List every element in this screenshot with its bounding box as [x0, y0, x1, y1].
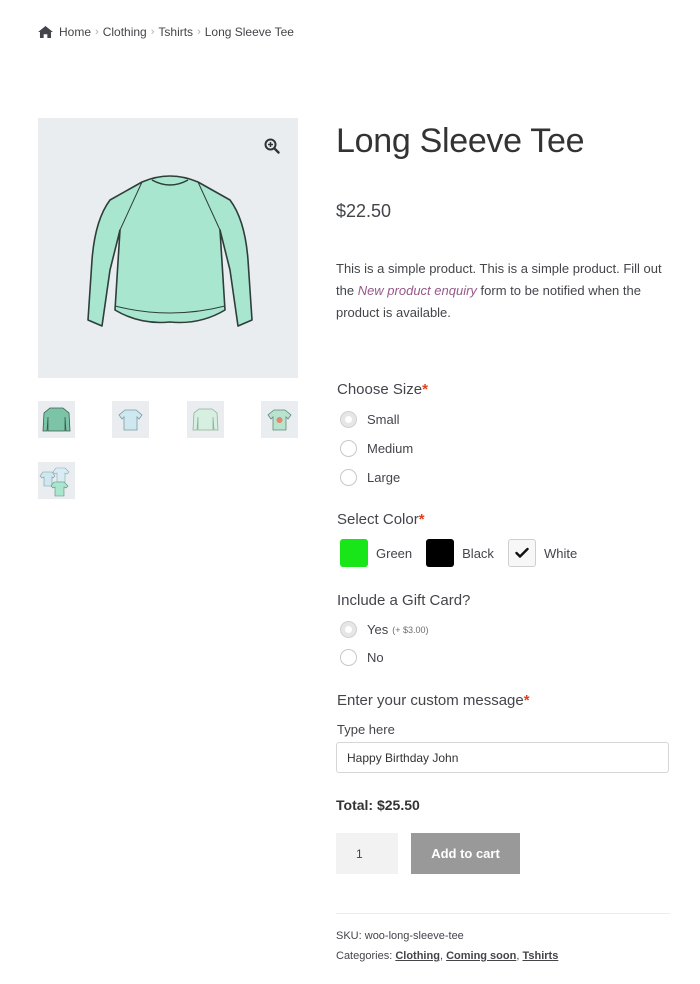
enquiry-form-link[interactable]: New product enquiry: [358, 283, 477, 298]
gift-card-option-no[interactable]: No: [340, 649, 384, 666]
size-option-small[interactable]: Small: [340, 411, 400, 428]
thumbnail-long-sleeve-tee[interactable]: [38, 401, 75, 438]
message-field-label: Enter your custom message*: [337, 692, 530, 709]
size-option-large[interactable]: Large: [340, 469, 400, 486]
size-option-label: Medium: [367, 441, 414, 456]
color-option-label: White: [543, 545, 578, 561]
tshirt-thumb-icon: [118, 409, 143, 431]
required-mark: *: [523, 692, 530, 709]
product-description: This is a simple product. This is a simp…: [336, 258, 666, 324]
thumbnail-tshirt-blue[interactable]: [112, 401, 149, 438]
size-option-label: Large: [367, 470, 401, 485]
message-label-text: Enter your custom message: [337, 692, 524, 709]
breadcrumb-home-link[interactable]: Home: [59, 25, 91, 39]
thumbnail-tshirt-print[interactable]: [261, 401, 298, 438]
required-mark: *: [418, 511, 425, 528]
categories-label: Categories:: [336, 950, 393, 962]
add-to-cart-button[interactable]: Add to cart: [411, 833, 520, 874]
gift-card-yes-label: Yes: [367, 622, 389, 637]
color-option-label: Green: [376, 545, 413, 561]
color-option-green[interactable]: Green: [340, 539, 412, 567]
checkmark-icon: [515, 547, 529, 558]
breadcrumb-separator: ›: [95, 26, 99, 38]
home-icon[interactable]: [38, 26, 53, 38]
color-option-label: Black: [462, 545, 494, 561]
category-link-tshirts[interactable]: Tshirts: [522, 950, 558, 962]
product-price: $22.50: [336, 201, 392, 221]
message-sublabel: Type here: [337, 722, 395, 737]
total-price: Total: $25.50: [336, 797, 420, 813]
black-swatch[interactable]: [426, 539, 455, 567]
color-swatches: Green Black White: [340, 539, 591, 567]
color-field-label: Select Color*: [337, 511, 425, 528]
sku-value: woo-long-sleeve-tee: [364, 930, 464, 942]
meta-divider: [336, 913, 670, 914]
categories-line: Categories: Clothing, Coming soon, Tshir…: [336, 950, 559, 962]
tshirt-print-thumb-icon: [267, 409, 292, 431]
sweater-thumb-icon: [192, 408, 219, 431]
radio-button-checked[interactable]: [340, 411, 357, 428]
breadcrumb-current: Long Sleeve Tee: [204, 25, 294, 39]
breadcrumb-clothing-link[interactable]: Clothing: [103, 25, 147, 39]
long-sleeve-shirt-image: [87, 175, 253, 327]
color-option-white[interactable]: White: [507, 539, 578, 567]
quantity-input[interactable]: 1: [336, 833, 398, 874]
size-option-label: Small: [367, 412, 400, 427]
clothing-group-thumb-icon: [39, 467, 70, 497]
radio-button[interactable]: [340, 469, 357, 486]
radio-button[interactable]: [340, 649, 357, 666]
radio-button-checked[interactable]: [340, 621, 357, 638]
product-title: Long Sleeve Tee: [336, 122, 585, 160]
zoom-in-icon[interactable]: [264, 138, 280, 154]
size-option-medium[interactable]: Medium: [340, 440, 413, 457]
color-option-black[interactable]: Black: [426, 539, 494, 567]
gift-card-field-label: Include a Gift Card?: [337, 592, 471, 609]
size-label-text: Choose Size: [337, 381, 423, 398]
breadcrumb-separator: ›: [197, 26, 201, 38]
white-swatch[interactable]: [507, 539, 536, 567]
gift-card-no-label: No: [367, 650, 384, 665]
size-field-label: Choose Size*: [337, 381, 428, 398]
breadcrumb: Home › Clothing › Tshirts › Long Sleeve …: [38, 25, 294, 39]
gift-card-price-note: (+ $3.00): [392, 624, 429, 635]
breadcrumb-tshirts-link[interactable]: Tshirts: [158, 25, 193, 39]
category-link-coming-soon[interactable]: Coming soon: [446, 950, 516, 962]
product-main-image[interactable]: [38, 118, 298, 378]
required-mark: *: [422, 381, 428, 398]
sku-line: SKU: woo-long-sleeve-tee: [336, 930, 464, 942]
breadcrumb-separator: ›: [150, 26, 155, 38]
sku-label: SKU:: [336, 930, 362, 942]
long-sleeve-shirt-thumb-icon: [42, 407, 71, 432]
radio-button[interactable]: [340, 440, 357, 457]
thumbnail-sweater[interactable]: [187, 401, 224, 438]
category-link-clothing[interactable]: Clothing: [395, 950, 440, 962]
color-label-text: Select Color: [337, 511, 419, 528]
thumbnail-group[interactable]: [38, 462, 75, 499]
green-swatch[interactable]: [340, 539, 368, 567]
custom-message-input[interactable]: [336, 742, 669, 773]
gift-card-option-yes[interactable]: Yes (+ $3.00): [340, 621, 429, 638]
